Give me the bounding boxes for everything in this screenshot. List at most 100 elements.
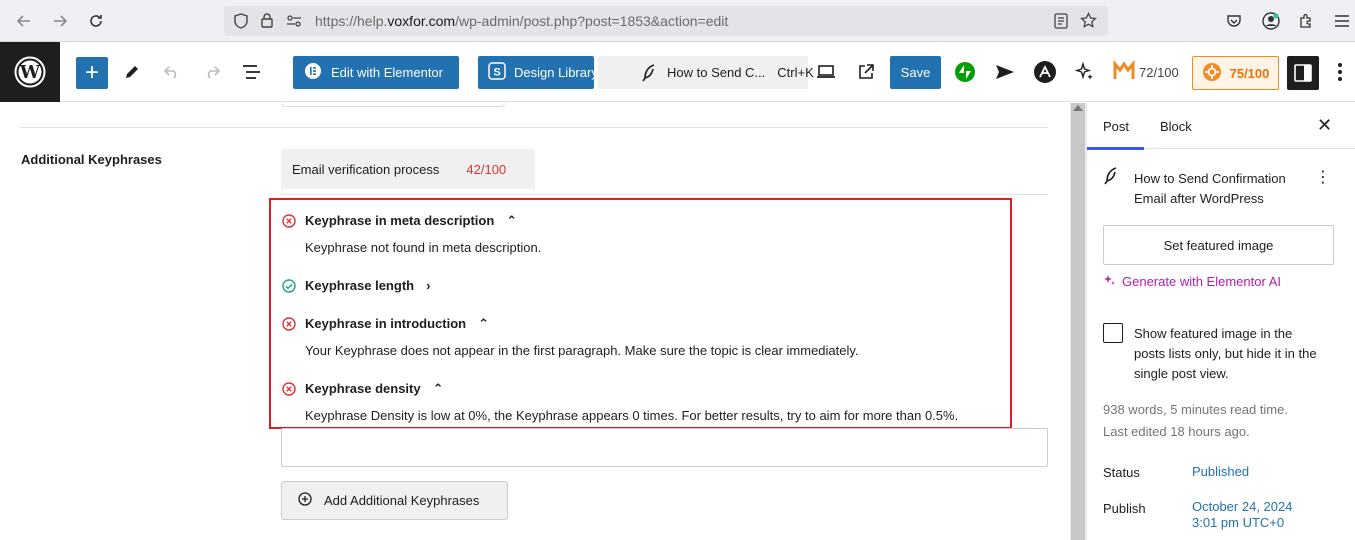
permissions-icon[interactable]	[286, 14, 302, 33]
rank-math-score-button[interactable]: 75/100	[1192, 56, 1279, 90]
publish-time: 3:01 pm UTC+0	[1192, 515, 1285, 530]
settings-sidebar: Post Block ✕ How to Send Confirmation Em…	[1086, 103, 1355, 540]
browser-toolbar: https://help.voxfor.com/wp-admin/post.ph…	[0, 0, 1355, 42]
settings-sidebar-toggle[interactable]	[1287, 56, 1319, 90]
chevron-up-icon[interactable]: ⌃	[433, 381, 444, 397]
command-shortcut: Ctrl+K	[777, 65, 814, 80]
result-title: Keyphrase in meta description	[305, 213, 495, 228]
document-title-bar[interactable]: How to Send C... Ctrl+K	[598, 56, 814, 89]
menu-hamburger-icon[interactable]	[1331, 10, 1353, 32]
result-description: Keyphrase not found in meta description.	[305, 240, 542, 255]
publish-date: October 24, 2024	[1192, 499, 1293, 514]
post-actions-kebab-icon[interactable]: ⋮	[1315, 167, 1331, 187]
forward-arrow-icon[interactable]	[48, 9, 72, 33]
previous-field-box	[281, 103, 505, 107]
result-title: Keyphrase density	[305, 381, 421, 396]
section-divider	[20, 127, 1048, 128]
ai-sparkle-icon[interactable]	[1073, 60, 1097, 84]
result-title: Keyphrase length	[305, 278, 415, 293]
chevron-right-icon[interactable]: ›	[426, 278, 430, 293]
edit-with-elementor-button[interactable]: Edit with Elementor	[293, 56, 459, 89]
publish-date-link[interactable]: October 24, 2024 3:01 pm UTC+0	[1192, 499, 1292, 531]
ai-sparkle-icon	[1103, 274, 1115, 289]
generate-with-elementor-ai-link[interactable]: Generate with Elementor AI	[1103, 274, 1281, 289]
bookmark-star-icon[interactable]	[1080, 11, 1097, 34]
seo-score-indicator[interactable]: 72/100	[1113, 59, 1179, 85]
keyphrase-divider	[281, 194, 1048, 195]
active-tab-indicator	[1087, 147, 1144, 150]
scroll-up-arrow-icon[interactable]	[1073, 105, 1083, 111]
keyphrase-name: Email verification process	[292, 161, 440, 177]
edit-pencil-icon[interactable]	[120, 60, 144, 84]
design-library-button[interactable]: S Design Library	[478, 56, 594, 89]
document-overview-icon[interactable]	[240, 60, 264, 84]
plus-icon: +	[84, 59, 99, 86]
last-edited: Last edited 18 hours ago.	[1103, 424, 1250, 439]
svg-text:S: S	[493, 67, 500, 79]
keyphrase-tab[interactable]: Email verification process 42/100	[281, 149, 535, 189]
set-featured-image-button[interactable]: Set featured image	[1103, 225, 1334, 265]
add-circle-icon	[298, 492, 312, 509]
shield-icon[interactable]	[234, 13, 248, 34]
feather-post-icon	[1104, 167, 1124, 187]
tab-post[interactable]: Post	[1103, 119, 1129, 134]
featured-image-checkbox[interactable]	[1103, 323, 1123, 343]
send-icon[interactable]	[993, 60, 1017, 84]
featured-image-checkbox-label: Show featured image in the posts lists o…	[1134, 326, 1317, 381]
add-keyphrase-label: Add Additional Keyphrases	[324, 493, 480, 508]
view-post-external-icon[interactable]	[854, 60, 878, 84]
astra-icon[interactable]	[1033, 60, 1057, 84]
redo-icon[interactable]	[200, 60, 224, 84]
svg-text:W: W	[19, 62, 41, 83]
publish-label: Publish	[1103, 501, 1146, 516]
address-bar[interactable]: https://help.voxfor.com/wp-admin/post.ph…	[224, 6, 1108, 36]
extensions-icon[interactable]	[1295, 10, 1317, 32]
check-circle-icon	[282, 279, 296, 293]
status-value-link[interactable]: Published	[1192, 464, 1249, 480]
chevron-up-icon[interactable]: ⌃	[506, 213, 517, 229]
editor-toolbar: W + Edit with Elementor S Design Library…	[0, 42, 1355, 102]
word-count: 938 words, 5 minutes read time.	[1103, 402, 1288, 417]
sidebar-tabs: Post Block ✕	[1087, 103, 1355, 150]
lock-icon[interactable]	[261, 13, 273, 33]
elementor-label: Edit with Elementor	[331, 65, 443, 80]
seo-score-small: 72/100	[1139, 65, 1179, 80]
add-block-button[interactable]: +	[76, 57, 108, 89]
elementor-icon	[305, 63, 321, 82]
save-button[interactable]: Save	[890, 56, 941, 89]
account-icon[interactable]	[1260, 10, 1282, 32]
reader-view-icon[interactable]	[1054, 13, 1068, 34]
post-title: How to Send Confirmation Email after Wor…	[1134, 171, 1286, 206]
main-scrollbar-thumb[interactable]	[1071, 103, 1085, 540]
keyphrase-input[interactable]	[281, 428, 1048, 467]
close-icon[interactable]: ✕	[1317, 115, 1332, 136]
feather-post-icon	[642, 64, 656, 85]
pocket-icon[interactable]	[1223, 10, 1245, 32]
undo-icon[interactable]	[160, 60, 184, 84]
chevron-up-icon[interactable]: ⌃	[478, 316, 489, 332]
back-arrow-icon[interactable]	[12, 9, 36, 33]
result-title: Keyphrase in introduction	[305, 316, 467, 331]
status-label: Status	[1103, 465, 1140, 480]
rank-math-score: 75/100	[1229, 65, 1270, 81]
gear-score-icon	[1202, 62, 1222, 85]
preview-device-icon[interactable]	[814, 60, 838, 84]
design-library-icon: S	[488, 62, 506, 83]
result-description: Your Keyphrase does not appear in the fi…	[305, 343, 859, 358]
analysis-results-highlight: Keyphrase in meta description ⌃ Keyphrase…	[269, 198, 1012, 429]
additional-keyphrases-label: Additional Keyphrases	[21, 152, 162, 167]
jetpack-icon[interactable]	[953, 60, 977, 84]
sidebar-panel-icon	[1294, 64, 1312, 82]
seo-panel: Additional Keyphrases Email verification…	[0, 103, 1070, 540]
result-description: Keyphrase Density is low at 0%, the Keyp…	[305, 408, 959, 423]
document-title: How to Send C...	[667, 65, 766, 80]
add-additional-keyphrases-button[interactable]: Add Additional Keyphrases	[281, 481, 508, 520]
reload-icon[interactable]	[84, 9, 108, 33]
design-library-label: Design Library	[514, 65, 594, 80]
tab-block[interactable]: Block	[1160, 119, 1192, 134]
options-kebab-icon[interactable]	[1328, 60, 1352, 84]
error-circle-icon	[282, 214, 296, 228]
wordpress-logo-icon[interactable]: W	[0, 42, 60, 102]
generate-ai-label: Generate with Elementor AI	[1122, 274, 1281, 289]
keyphrase-score: 42/100	[466, 161, 507, 177]
